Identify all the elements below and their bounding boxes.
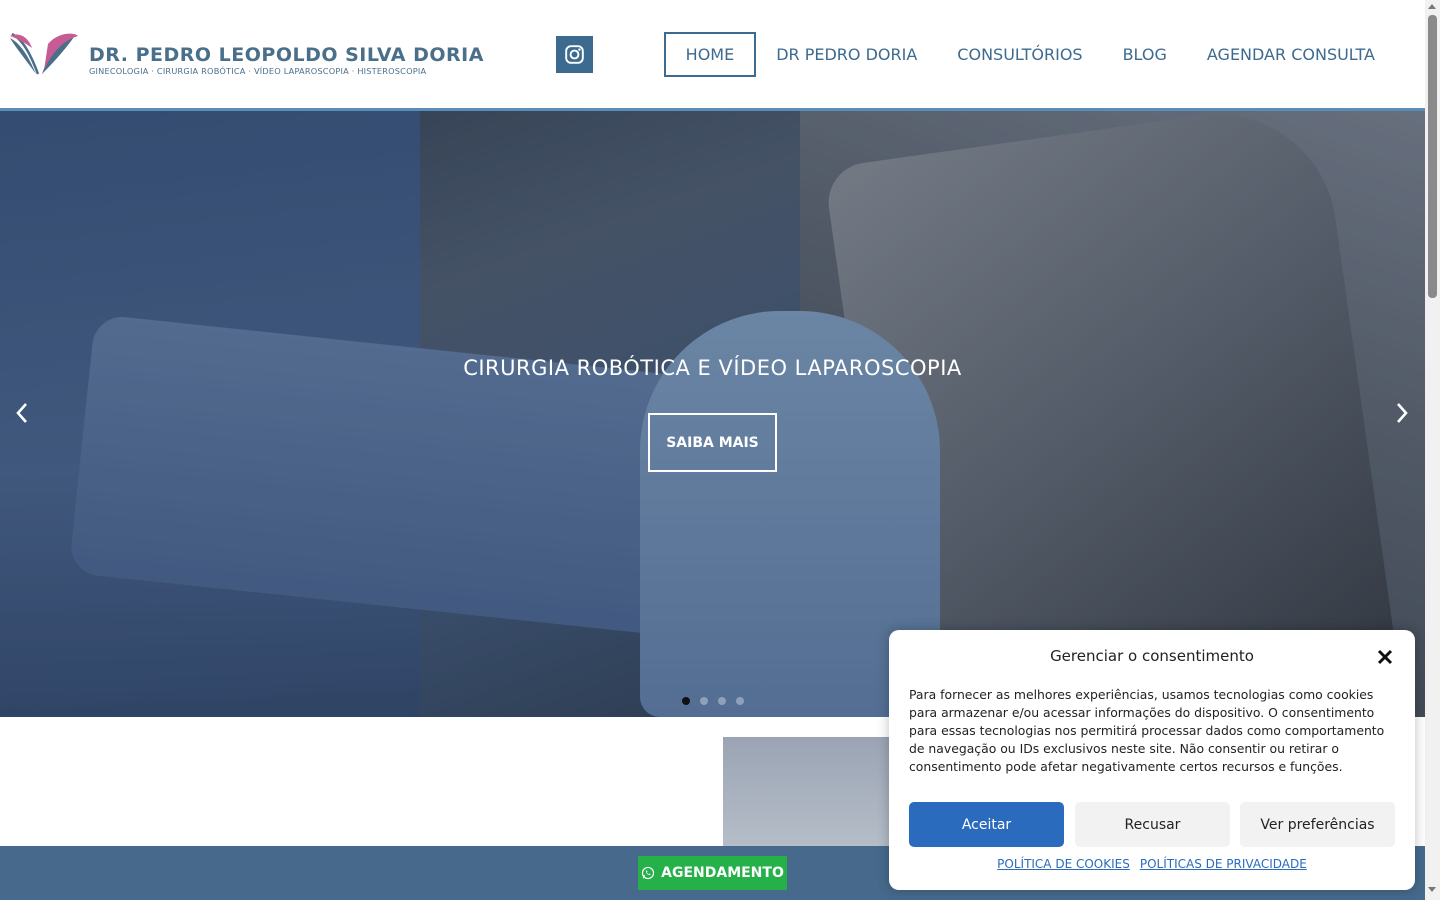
slider-dot[interactable] [736,697,744,705]
deny-button[interactable]: Recusar [1075,802,1230,847]
nav-item-consultorios[interactable]: CONSULTÓRIOS [937,32,1102,77]
nav-item-blog[interactable]: BLOG [1103,32,1187,77]
hero-slider: CIRURGIA ROBÓTICA E VÍDEO LAPAROSCOPIA S… [0,111,1425,717]
saiba-mais-button[interactable]: SAIBA MAIS [648,413,777,472]
whatsapp-icon [642,866,655,880]
logo-butterfly-icon [10,32,78,75]
logo-name: DR. PEDRO LEOPOLDO SILVA DORIA [89,44,484,66]
nav-item-agendar-consulta[interactable]: AGENDAR CONSULTA [1187,32,1395,77]
agendamento-label: AGENDAMENTO [661,865,784,881]
nav-item-home[interactable]: HOME [663,32,757,77]
main-nav: HOME DR PEDRO DORIA CONSULTÓRIOS BLOG AG… [663,32,1395,77]
scroll-up-icon[interactable] [1428,4,1436,9]
chevron-right-icon [1397,403,1408,423]
consent-title: Gerenciar o consentimento [1050,647,1254,665]
instagram-button[interactable] [556,36,593,73]
consent-close-button[interactable] [1375,647,1395,667]
chevron-left-icon [16,403,27,423]
preferences-button[interactable]: Ver preferências [1240,802,1395,847]
instagram-icon [565,45,584,64]
nav-item-dr-pedro-doria[interactable]: DR PEDRO DORIA [756,32,937,77]
slider-dot[interactable] [700,697,708,705]
slider-dots [682,697,744,705]
hero-title: CIRURGIA ROBÓTICA E VÍDEO LAPAROSCOPIA [463,356,962,380]
content-image [723,737,893,850]
consent-text: Para fornecer as melhores experiências, … [909,687,1385,774]
slider-next-button[interactable] [1390,401,1414,425]
site-header: DR. PEDRO LEOPOLDO SILVA DORIA GINECOLOG… [0,0,1425,111]
logo-subtitle: GINECOLOGIA · CIRURGIA ROBÓTICA · VÍDEO … [89,66,427,76]
slider-dot[interactable] [718,697,726,705]
site-logo[interactable]: DR. PEDRO LEOPOLDO SILVA DORIA GINECOLOG… [8,30,483,80]
cookie-consent-dialog: Gerenciar o consentimento Para fornecer … [889,630,1415,890]
cookie-policy-link[interactable]: POLÍTICA DE COOKIES [997,857,1130,871]
close-icon [1377,649,1393,665]
scroll-down-icon[interactable] [1428,887,1436,892]
scroll-thumb[interactable] [1428,15,1437,298]
privacy-policy-link[interactable]: POLÍTICAS DE PRIVACIDADE [1140,857,1307,871]
page-scrollbar[interactable] [1425,0,1440,900]
accept-button[interactable]: Aceitar [909,802,1064,847]
consent-links: POLÍTICA DE COOKIES POLÍTICAS DE PRIVACI… [889,857,1415,871]
slider-prev-button[interactable] [10,401,34,425]
slider-dot[interactable] [682,697,690,705]
agendamento-button[interactable]: AGENDAMENTO [638,856,787,890]
